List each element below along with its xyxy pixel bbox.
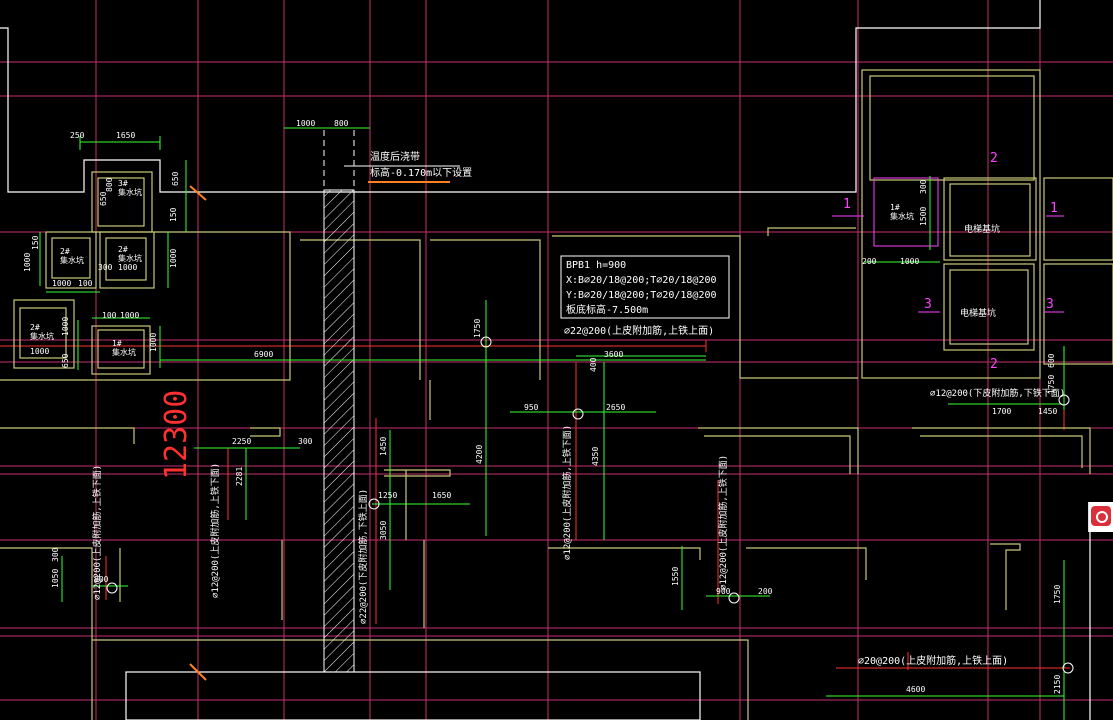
rebar-vlabel-4: ⌀12@200(上皮附加筋,上铁下面) (717, 455, 729, 590)
svg-text:1000: 1000 (120, 311, 139, 320)
svg-text:300: 300 (298, 437, 313, 446)
svg-text:150: 150 (31, 235, 40, 250)
bpb-xb: X:B⌀20/18@200;T⌀20/18@200 (566, 275, 717, 286)
bpb-yb: Y:B⌀20/18@200;T⌀20/18@200 (566, 290, 717, 301)
wps-logo-icon[interactable] (1091, 506, 1111, 526)
elevator-pit-2: 电梯基坑 (960, 307, 996, 319)
svg-text:1000: 1000 (52, 279, 71, 288)
svg-text:1650: 1650 (116, 131, 135, 140)
svg-text:800: 800 (105, 177, 114, 192)
svg-text:650: 650 (171, 171, 180, 186)
svg-text:300: 300 (51, 547, 60, 562)
svg-text:250: 250 (70, 131, 85, 140)
rebar-vlabel-5: ⌀22@200(下皮附加筋,下铁上面) (357, 489, 369, 624)
rebar-vlabel-3: ⌀12@200(上皮附加筋,上铁下面) (561, 425, 573, 560)
svg-text:1550: 1550 (671, 567, 680, 586)
bpb-title: BPB1 h=900 (566, 260, 626, 271)
svg-text:300: 300 (98, 263, 113, 272)
svg-text:800: 800 (334, 119, 349, 128)
svg-text:6900: 6900 (254, 350, 273, 359)
svg-text:2: 2 (990, 151, 998, 166)
svg-text:650: 650 (61, 353, 70, 368)
svg-text:950: 950 (524, 403, 539, 412)
svg-text:150: 150 (169, 207, 178, 222)
svg-text:1650: 1650 (432, 491, 451, 500)
elevator-pit-1: 电梯基坑 (964, 223, 1000, 235)
svg-text:1000: 1000 (149, 333, 158, 352)
svg-text:300: 300 (919, 179, 928, 194)
svg-text:3600: 3600 (604, 350, 623, 359)
svg-text:1000: 1000 (296, 119, 315, 128)
svg-text:200: 200 (862, 257, 877, 266)
svg-text:4600: 4600 (906, 685, 925, 694)
svg-text:1450: 1450 (1038, 407, 1057, 416)
svg-text:1: 1 (1050, 201, 1058, 216)
svg-text:2150: 2150 (1053, 675, 1062, 694)
svg-text:2281: 2281 (235, 467, 244, 486)
svg-text:1750: 1750 (473, 319, 482, 338)
svg-text:3050: 3050 (379, 521, 388, 540)
cad-drawing-canvas[interactable]: 温度后浇带 标高-0.170m以下设置 BPB1 h=900 X:B⌀20/18… (0, 0, 1113, 720)
svg-text:1000: 1000 (23, 253, 32, 272)
svg-text:100: 100 (78, 279, 93, 288)
svg-text:2650: 2650 (606, 403, 625, 412)
svg-text:1000: 1000 (61, 317, 70, 336)
rebar-label-r3: ⌀20@200(上皮附加筋,上铁上面) (858, 654, 1008, 667)
svg-text:4200: 4200 (475, 445, 484, 464)
rebar-vlabel-2: ⌀12@200(上皮附加筋,上铁下面) (209, 463, 221, 598)
svg-text:1750: 1750 (1053, 585, 1062, 604)
svg-text:100: 100 (102, 311, 117, 320)
svg-text:400: 400 (589, 357, 598, 372)
bpb-level: 板底标高-7.500m (566, 303, 648, 316)
post-cast-strip (323, 130, 355, 673)
steel-level: 标高-0.170m以下设置 (370, 166, 472, 179)
svg-text:4350: 4350 (591, 447, 600, 466)
svg-text:1000: 1000 (30, 347, 49, 356)
svg-text:1000: 1000 (900, 257, 919, 266)
svg-text:800: 800 (94, 575, 109, 584)
svg-text:900: 900 (716, 587, 731, 596)
svg-text:3: 3 (1046, 297, 1054, 312)
svg-text:1750: 1750 (1047, 375, 1056, 394)
svg-text:1: 1 (843, 197, 851, 212)
svg-text:1000: 1000 (169, 249, 178, 268)
svg-text:600: 600 (1047, 353, 1056, 368)
svg-text:3: 3 (924, 297, 932, 312)
rebar-label-r2: ⌀12@200(下皮附加筋,下铁下面) (930, 387, 1065, 399)
svg-text:200: 200 (758, 587, 773, 596)
svg-text:1700: 1700 (992, 407, 1011, 416)
svg-text:1050: 1050 (51, 569, 60, 588)
svg-text:1500: 1500 (919, 207, 928, 226)
svg-text:2: 2 (990, 357, 998, 372)
svg-text:1450: 1450 (379, 437, 388, 456)
svg-text:1250: 1250 (378, 491, 397, 500)
svg-text:1000: 1000 (118, 263, 137, 272)
big-dimension: 12300 (159, 390, 194, 480)
svg-text:2250: 2250 (232, 437, 251, 446)
steel-title: 温度后浇带 (370, 150, 420, 163)
rebar-label-r1: ⌀22@200(上皮附加筋,上铁上面) (564, 324, 714, 337)
svg-text:650: 650 (99, 191, 108, 206)
